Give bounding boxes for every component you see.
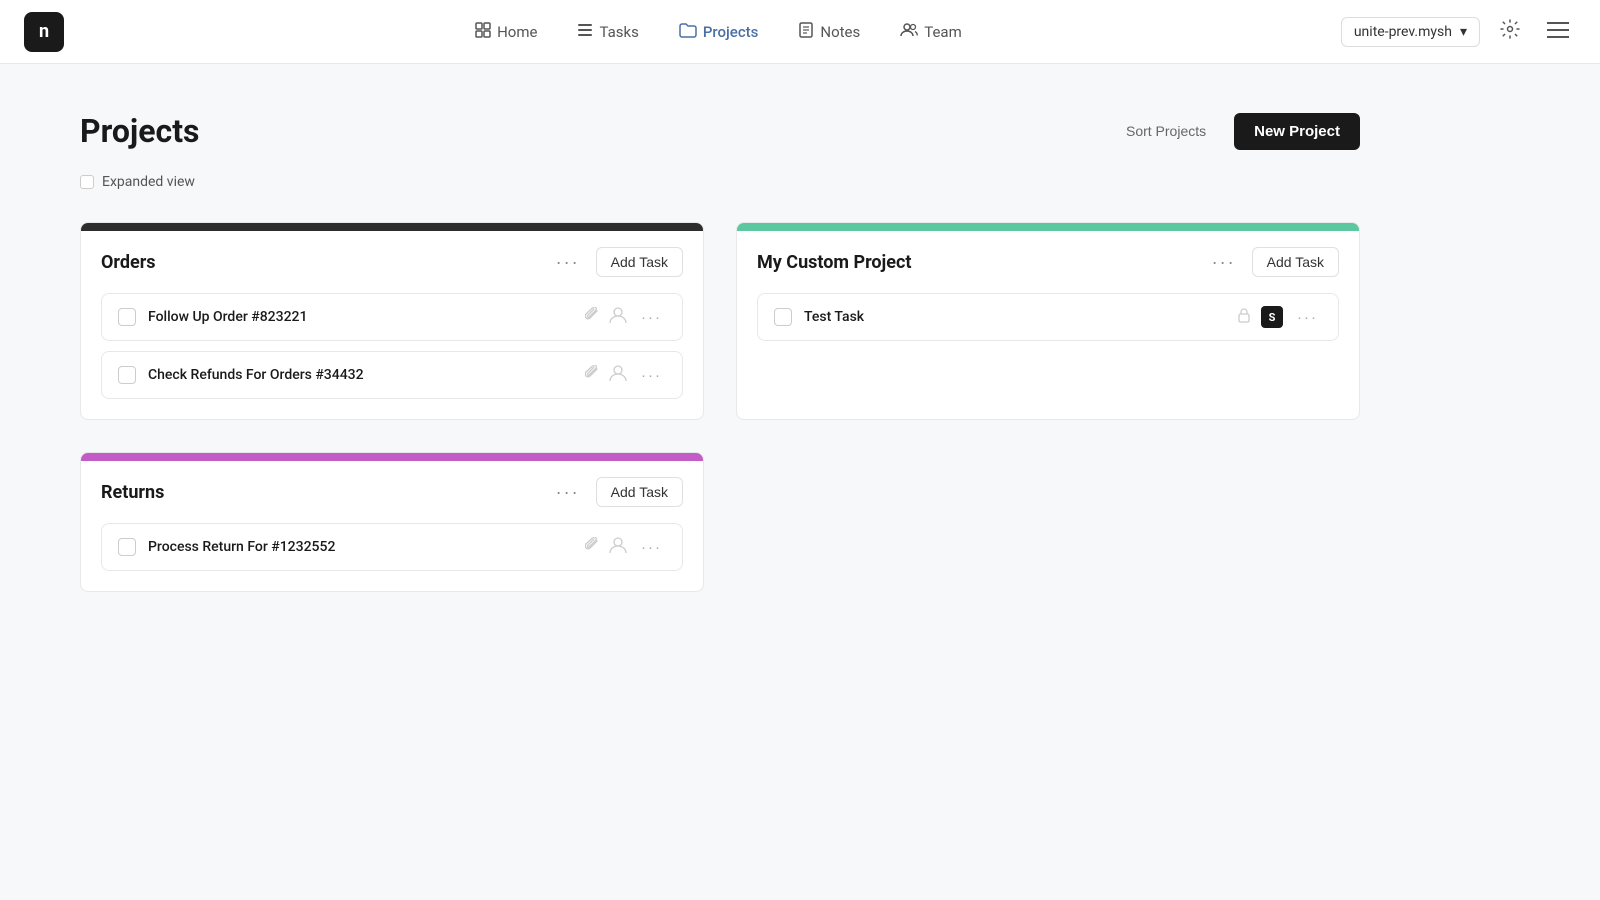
- notes-icon: [798, 22, 814, 42]
- page-title: Projects: [80, 112, 199, 150]
- projects-grid: Orders ··· Add Task Follow Up Order #823…: [80, 222, 1360, 592]
- task-checkbox-4[interactable]: [118, 538, 136, 556]
- nav-item-projects-label: Projects: [703, 23, 759, 41]
- task-name-4: Process Return For #1232552: [148, 539, 573, 555]
- task-list-custom: Test Task S ···: [737, 289, 1359, 361]
- task-menu-2[interactable]: ···: [637, 365, 666, 386]
- hamburger-menu-button[interactable]: [1540, 14, 1576, 50]
- task-name-2: Check Refunds For Orders #34432: [148, 367, 573, 383]
- task-checkbox-2[interactable]: [118, 366, 136, 384]
- project-actions-returns: ··· Add Task: [552, 477, 683, 507]
- nav-menu: Home Tasks Projects: [96, 14, 1341, 50]
- project-card-custom: My Custom Project ··· Add Task Test Task: [736, 222, 1360, 420]
- nav-item-team[interactable]: Team: [884, 14, 978, 50]
- team-icon: [900, 22, 918, 42]
- project-color-bar-orders: [81, 223, 703, 231]
- task-actions-1: ···: [585, 306, 666, 328]
- sort-projects-button[interactable]: Sort Projects: [1114, 115, 1218, 147]
- expanded-view-option: Expanded view: [80, 174, 1360, 190]
- tasks-icon: [577, 22, 593, 42]
- main-content: Projects Sort Projects New Project Expan…: [0, 64, 1440, 640]
- shopify-icon[interactable]: S: [1261, 306, 1283, 328]
- hamburger-icon: [1547, 20, 1569, 44]
- task-menu-4[interactable]: ···: [637, 537, 666, 558]
- nav-item-tasks-label: Tasks: [599, 23, 638, 41]
- projects-icon: [679, 22, 697, 42]
- chevron-down-icon: ▾: [1460, 24, 1467, 40]
- project-name-custom: My Custom Project: [757, 252, 911, 273]
- navbar-right: unite-prev.mysh ▾: [1341, 14, 1576, 50]
- attachment-icon[interactable]: [585, 365, 599, 385]
- project-card-returns: Returns ··· Add Task Process Return For …: [80, 452, 704, 592]
- expanded-view-label: Expanded view: [102, 174, 195, 190]
- attachment-icon[interactable]: [585, 537, 599, 557]
- table-row: Process Return For #1232552: [101, 523, 683, 571]
- project-card-header-returns: Returns ··· Add Task: [81, 461, 703, 519]
- task-list-orders: Follow Up Order #823221: [81, 289, 703, 419]
- nav-item-notes-label: Notes: [820, 23, 860, 41]
- task-menu-1[interactable]: ···: [637, 307, 666, 328]
- expanded-view-checkbox[interactable]: [80, 175, 94, 189]
- nav-item-tasks[interactable]: Tasks: [561, 14, 654, 50]
- user-icon[interactable]: [609, 306, 627, 328]
- project-card-header-custom: My Custom Project ··· Add Task: [737, 231, 1359, 289]
- new-project-button[interactable]: New Project: [1234, 113, 1360, 150]
- navbar: n Home Tasks: [0, 0, 1600, 64]
- app-logo[interactable]: n: [24, 12, 64, 52]
- task-checkbox-1[interactable]: [118, 308, 136, 326]
- project-name-returns: Returns: [101, 482, 164, 503]
- user-icon[interactable]: [609, 536, 627, 558]
- task-list-returns: Process Return For #1232552: [81, 519, 703, 591]
- project-actions-custom: ··· Add Task: [1208, 247, 1339, 277]
- home-icon: [475, 22, 491, 42]
- project-card-header-orders: Orders ··· Add Task: [81, 231, 703, 289]
- task-menu-3[interactable]: ···: [1293, 307, 1322, 328]
- project-name-orders: Orders: [101, 252, 156, 273]
- project-color-bar-returns: [81, 453, 703, 461]
- attachment-icon[interactable]: [585, 307, 599, 327]
- task-actions-3: S ···: [1237, 306, 1322, 328]
- project-menu-custom[interactable]: ···: [1208, 250, 1240, 275]
- task-checkbox-3[interactable]: [774, 308, 792, 326]
- nav-item-projects[interactable]: Projects: [663, 14, 775, 50]
- add-task-returns-button[interactable]: Add Task: [596, 477, 683, 507]
- page-header: Projects Sort Projects New Project: [80, 112, 1360, 150]
- task-name-3: Test Task: [804, 309, 1225, 325]
- lock-icon[interactable]: [1237, 307, 1251, 327]
- add-task-custom-button[interactable]: Add Task: [1252, 247, 1339, 277]
- task-actions-2: ···: [585, 364, 666, 386]
- task-actions-4: ···: [585, 536, 666, 558]
- table-row: Check Refunds For Orders #34432: [101, 351, 683, 399]
- add-task-orders-button[interactable]: Add Task: [596, 247, 683, 277]
- nav-item-home[interactable]: Home: [459, 14, 553, 50]
- project-menu-orders[interactable]: ···: [552, 250, 584, 275]
- nav-item-home-label: Home: [497, 23, 537, 41]
- user-icon[interactable]: [609, 364, 627, 386]
- project-color-bar-custom: [737, 223, 1359, 231]
- gear-icon: [1500, 19, 1520, 44]
- settings-button[interactable]: [1492, 14, 1528, 50]
- project-card-orders: Orders ··· Add Task Follow Up Order #823…: [80, 222, 704, 420]
- store-selector[interactable]: unite-prev.mysh ▾: [1341, 17, 1480, 47]
- table-row: Test Task S ···: [757, 293, 1339, 341]
- nav-item-notes[interactable]: Notes: [782, 14, 876, 50]
- page-header-actions: Sort Projects New Project: [1114, 113, 1360, 150]
- nav-item-team-label: Team: [924, 23, 962, 41]
- table-row: Follow Up Order #823221: [101, 293, 683, 341]
- project-actions-orders: ··· Add Task: [552, 247, 683, 277]
- task-name-1: Follow Up Order #823221: [148, 309, 573, 325]
- project-menu-returns[interactable]: ···: [552, 480, 584, 505]
